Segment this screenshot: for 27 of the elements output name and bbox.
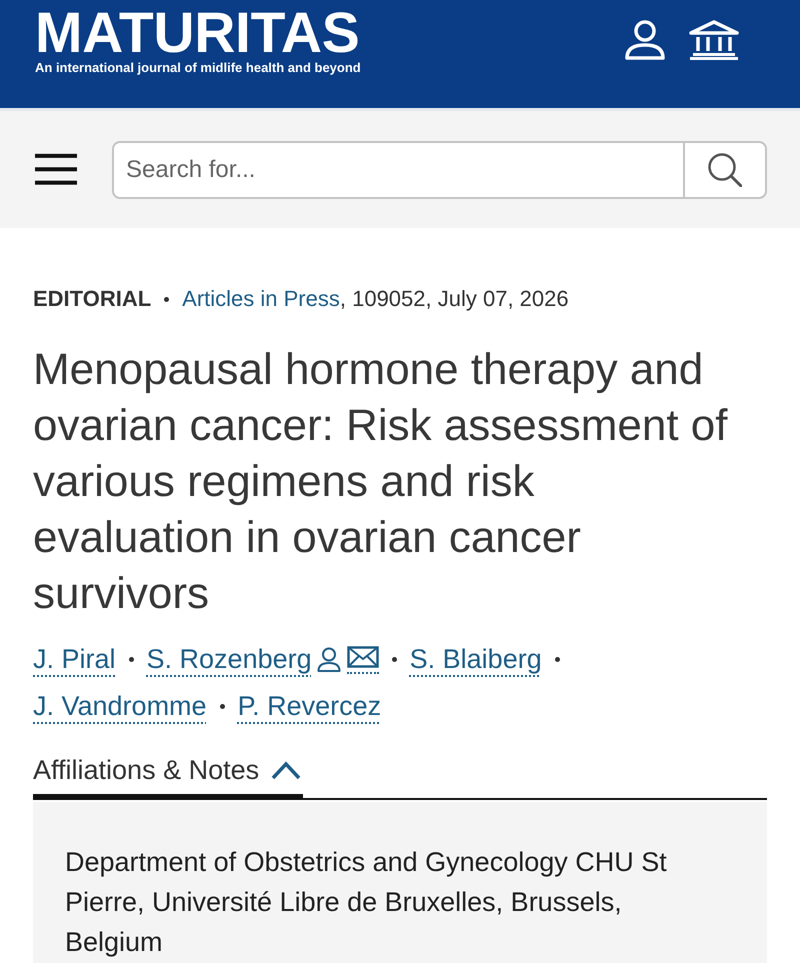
affiliation-text: Department of Obstetrics and Gynecology CHU St Pierre, Université Libre de Bruxelles, Brussels, Belgium	[65, 846, 668, 959]
separator-dot-icon	[128, 657, 134, 662]
institution-icon[interactable]	[688, 20, 740, 60]
envelope-icon	[346, 646, 379, 668]
search-button[interactable]	[684, 140, 767, 198]
menu-icon[interactable]	[35, 152, 78, 187]
article-type: EDITORIAL	[33, 285, 152, 313]
account-icon[interactable]	[624, 20, 666, 60]
person-icon	[316, 647, 341, 672]
author-link[interactable]: J. Vandromme	[33, 683, 207, 730]
email-link[interactable]	[346, 646, 379, 674]
search-field[interactable]: Search for...	[112, 140, 685, 198]
collection-link[interactable]: Articles in Press	[182, 284, 340, 314]
journal-tagline: An international journal of midlife health and beyond	[35, 60, 361, 76]
chevron-up-icon	[271, 760, 302, 780]
search-icon	[707, 152, 742, 187]
article-title: Menopausal hormone therapy and ovarian cancer: Risk assessment of various regimens and risk evaluation in ovarian cancer survivors	[33, 344, 729, 620]
separator-dot-icon	[554, 657, 560, 662]
separator-dot-icon	[220, 704, 225, 709]
author-link[interactable]: P. Revercez	[238, 683, 382, 730]
publication-details: , 109052, July 07, 2026	[340, 285, 569, 313]
author-link[interactable]: S. Rozenberg	[146, 636, 312, 683]
author-link[interactable]: J. Piral	[33, 636, 116, 683]
journal-logo[interactable]: MATURITAS	[35, 8, 361, 58]
separator-dot-icon	[164, 296, 170, 302]
separator-dot-icon	[392, 657, 397, 662]
author-link[interactable]: S. Blaiberg	[410, 636, 542, 683]
